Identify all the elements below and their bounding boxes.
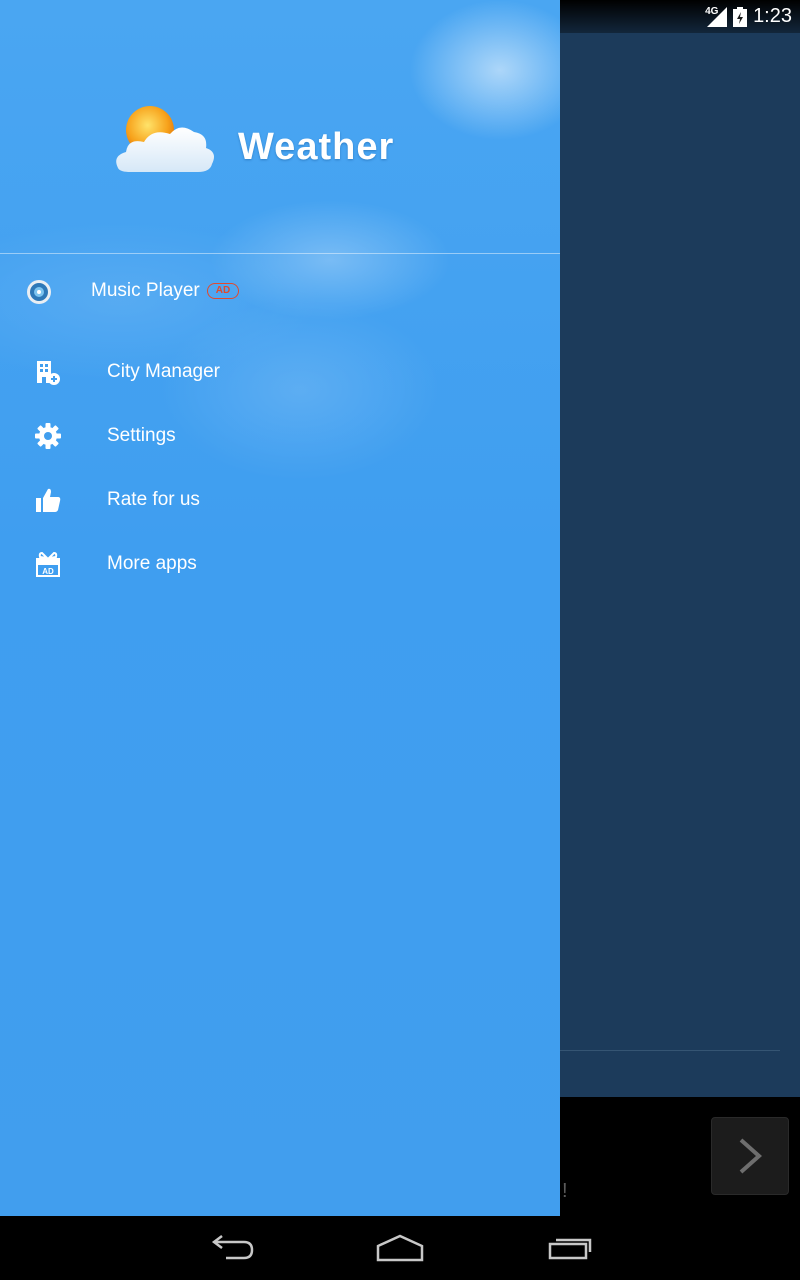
menu-item-city-manager[interactable]: City Manager <box>0 342 560 402</box>
drawer-header: Weather <box>0 0 560 253</box>
menu-item-settings[interactable]: Settings <box>0 406 560 466</box>
music-player-app-icon <box>27 280 51 304</box>
battery-icon <box>733 6 748 27</box>
ad-next-button[interactable] <box>711 1117 789 1195</box>
clock: 1:23 <box>753 5 792 27</box>
menu-item-rate[interactable]: Rate for us <box>0 470 560 530</box>
menu-item-label: Settings <box>107 425 176 446</box>
recents-icon <box>548 1238 592 1260</box>
background-divider <box>560 1050 780 1051</box>
back-icon <box>211 1235 254 1260</box>
ad-badge: AD <box>207 283 239 299</box>
app-title: Weather <box>238 126 395 168</box>
gear-icon <box>35 423 61 449</box>
menu-item-label: Music Player <box>91 280 200 301</box>
menu-item-label: More apps <box>107 553 197 574</box>
menu-item-label: City Manager <box>107 361 220 382</box>
chevron-right-icon <box>739 1138 763 1174</box>
home-icon <box>376 1234 424 1262</box>
city-add-icon <box>37 361 60 385</box>
gift-ad-icon: AD <box>36 551 60 577</box>
system-navigation-bar <box>0 1216 800 1280</box>
recents-button[interactable] <box>540 1230 600 1266</box>
signal-icon <box>707 6 728 27</box>
thumbs-up-icon <box>36 488 61 512</box>
svg-text:AD: AD <box>42 567 54 576</box>
menu-item-more-apps[interactable]: AD More apps <box>0 534 560 594</box>
header-divider <box>0 253 560 254</box>
sun-cloud-logo-icon <box>116 106 214 172</box>
menu-item-music-player[interactable]: Music Player AD <box>0 270 560 314</box>
menu-item-label: Rate for us <box>107 489 200 510</box>
back-button[interactable] <box>200 1230 260 1266</box>
signal-indicator: 4G <box>705 6 728 27</box>
ad-banner-text: ! <box>562 1180 568 1202</box>
navigation-drawer: Weather Music Player AD City Manager Set… <box>0 0 560 1216</box>
home-button[interactable] <box>370 1230 430 1266</box>
